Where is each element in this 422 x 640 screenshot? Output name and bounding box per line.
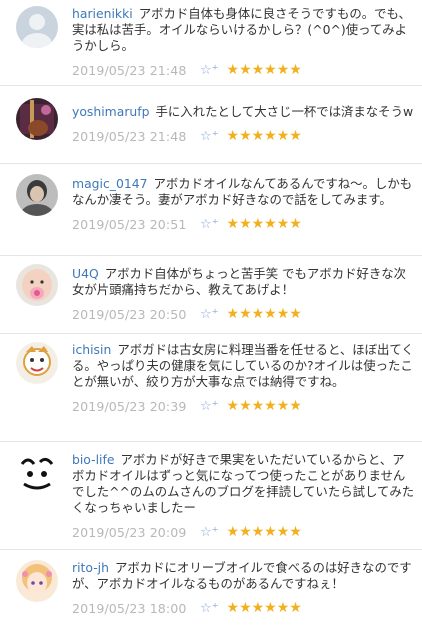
comment-body: yoshimarufp 手に入れたとして大さじ一杯では済まなそうw [72,104,416,120]
guitar-photo-avatar [16,98,58,140]
comment-body: ichisin アボガドは古女房に料理当番を任せると、ほぼ出てくる。やっぱり夫の健… [72,342,416,390]
star-rating[interactable]: ★★★★★★ [227,128,302,144]
add-star-icon[interactable]: ☆⁺ [200,399,219,414]
username-link[interactable]: U4Q [72,266,99,281]
star-rating[interactable]: ★★★★★★ [227,216,302,232]
cartoon-character-avatar [16,342,58,384]
star-rating[interactable]: ★★★★★★ [227,306,302,322]
add-star-icon[interactable]: ☆⁺ [200,63,219,78]
avatar[interactable] [16,174,58,216]
list-item: rito-jh アボカドにオリーブオイルで食べるのは好きなのですが、アボカドオイル… [0,550,422,640]
username-link[interactable]: harienikki [72,6,133,21]
timestamp: 2019/05/23 20:50 [72,306,187,322]
comment-meta: 2019/05/23 18:00 ☆⁺ ★★★★★★ [72,598,416,618]
comment-body: harienikki アボカド自体も身体に良さそうですもの。でも、実は私は苦手。オ… [72,6,416,54]
comment-list: harienikki アボカド自体も身体に良さそうですもの。でも、実は私は苦手。オ… [0,0,422,640]
username-link[interactable]: ichisin [72,342,111,357]
add-star-icon[interactable]: ☆⁺ [200,601,219,616]
timestamp: 2019/05/23 21:48 [72,62,187,78]
list-item: ichisin アボガドは古女房に料理当番を任せると、ほぼ出てくる。やっぱり夫の健… [0,334,422,442]
comment-text: アボガドは古女房に料理当番を任せると、ほぼ出てくる。やっぱり夫の健康を気にしてい… [72,342,414,389]
comment-body: magic_0147 アボカドオイルなんてあるんですね〜。しかもなんか凄そう。妻が… [72,176,416,208]
list-item: U4Q アボカド自体がちょっと苦手笑 でもアボカド好きな次女が片頭痛持ちだから、教… [0,256,422,334]
star-rating[interactable]: ★★★★★★ [227,62,302,78]
comment-meta: 2019/05/23 20:50 ☆⁺ ★★★★★★ [72,304,416,324]
username-link[interactable]: bio-life [72,452,114,467]
comment-text: アボカド自体がちょっと苦手笑 でもアボカド好きな次女が片頭痛持ちだから、教えてあ… [72,266,407,297]
avatar[interactable] [16,342,58,384]
timestamp: 2019/05/23 20:09 [72,524,187,540]
anime-girl-avatar [16,560,58,602]
comment-meta: 2019/05/23 20:09 ☆⁺ ★★★★★★ [72,522,416,542]
comment-meta: 2019/05/23 21:48 ☆⁺ ★★★★★★ [72,126,416,146]
list-item: yoshimarufp 手に入れたとして大さじ一杯では済まなそうw 2019/05… [0,86,422,164]
comment-meta: 2019/05/23 21:48 ☆⁺ ★★★★★★ [72,60,416,80]
add-star-icon[interactable]: ☆⁺ [200,129,219,144]
baby-photo-avatar [16,264,58,306]
timestamp: 2019/05/23 21:48 [72,128,187,144]
add-star-icon[interactable]: ☆⁺ [200,307,219,322]
avatar[interactable] [16,98,58,140]
comment-text: アボカドが好きで果実をいただいているからと、アボカドオイルはずっと気になってつ使… [72,452,415,515]
comment-body: bio-life アボカドが好きで果実をいただいているからと、アボカドオイルはずっ… [72,452,416,516]
username-link[interactable]: magic_0147 [72,176,148,191]
default-silhouette-avatar [16,6,58,48]
username-link[interactable]: rito-jh [72,560,109,575]
avatar[interactable] [16,560,58,602]
list-item: bio-life アボカドが好きで果実をいただいているからと、アボカドオイルはずっ… [0,442,422,550]
comment-text: 手に入れたとして大さじ一杯では済まなそうw [155,104,414,119]
star-rating[interactable]: ★★★★★★ [227,600,302,616]
person-photo-avatar [16,174,58,216]
timestamp: 2019/05/23 20:39 [72,398,187,414]
comment-body: U4Q アボカド自体がちょっと苦手笑 でもアボカド好きな次女が片頭痛持ちだから、教… [72,266,416,298]
comment-meta: 2019/05/23 20:51 ☆⁺ ★★★★★★ [72,214,416,234]
timestamp: 2019/05/23 20:51 [72,216,187,232]
avatar[interactable] [16,6,58,48]
timestamp: 2019/05/23 18:00 [72,600,187,616]
comment-meta: 2019/05/23 20:39 ☆⁺ ★★★★★★ [72,396,416,416]
comment-text: アボカドにオリーブオイルで食べるのは好きなのですが、アボカドオイルなるものがある… [72,560,412,591]
username-link[interactable]: yoshimarufp [72,104,150,119]
list-item: harienikki アボカド自体も身体に良さそうですもの。でも、実は私は苦手。オ… [0,0,422,86]
add-star-icon[interactable]: ☆⁺ [200,525,219,540]
star-rating[interactable]: ★★★★★★ [227,398,302,414]
avatar[interactable] [16,452,58,494]
add-star-icon[interactable]: ☆⁺ [200,217,219,232]
avatar[interactable] [16,264,58,306]
comment-body: rito-jh アボカドにオリーブオイルで食べるのは好きなのですが、アボカドオイル… [72,560,416,592]
list-item: magic_0147 アボカドオイルなんてあるんですね〜。しかもなんか凄そう。妻が… [0,164,422,256]
ink-logo-avatar [16,452,58,494]
star-rating[interactable]: ★★★★★★ [227,524,302,540]
